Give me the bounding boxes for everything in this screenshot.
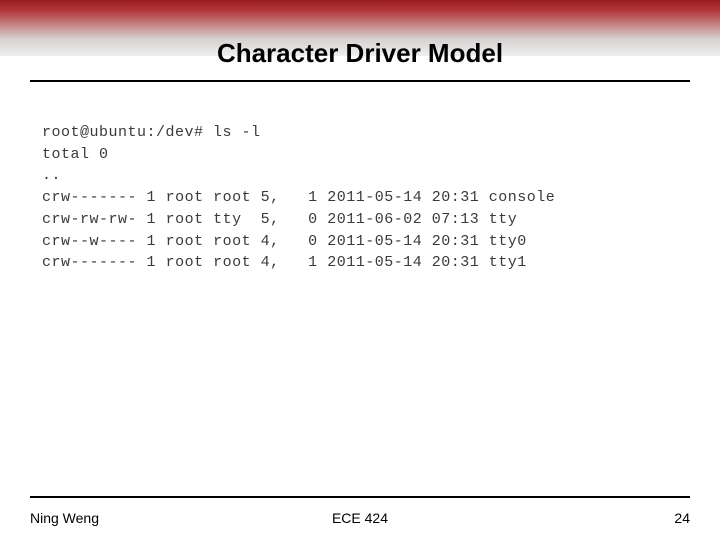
listing-row: crw--w---- 1 root root 4, 0 2011-05-14 2… <box>42 233 527 250</box>
dotdot-line: .. <box>42 167 61 184</box>
slide: Character Driver Model root@ubuntu:/dev#… <box>0 0 720 540</box>
listing-row: crw-rw-rw- 1 root tty 5, 0 2011-06-02 07… <box>42 211 517 228</box>
listing-row: crw------- 1 root root 4, 1 2011-05-14 2… <box>42 254 527 271</box>
terminal-output: root@ubuntu:/dev# ls -l total 0 .. crw--… <box>42 100 555 296</box>
footer-course: ECE 424 <box>30 510 690 526</box>
page-title: Character Driver Model <box>0 38 720 69</box>
footer: Ning Weng ECE 424 24 <box>30 510 690 526</box>
footer-divider <box>30 496 690 498</box>
total-line: total 0 <box>42 146 109 163</box>
listing-row: crw------- 1 root root 5, 1 2011-05-14 2… <box>42 189 555 206</box>
prompt-line: root@ubuntu:/dev# ls -l <box>42 124 261 141</box>
title-underline <box>30 80 690 82</box>
